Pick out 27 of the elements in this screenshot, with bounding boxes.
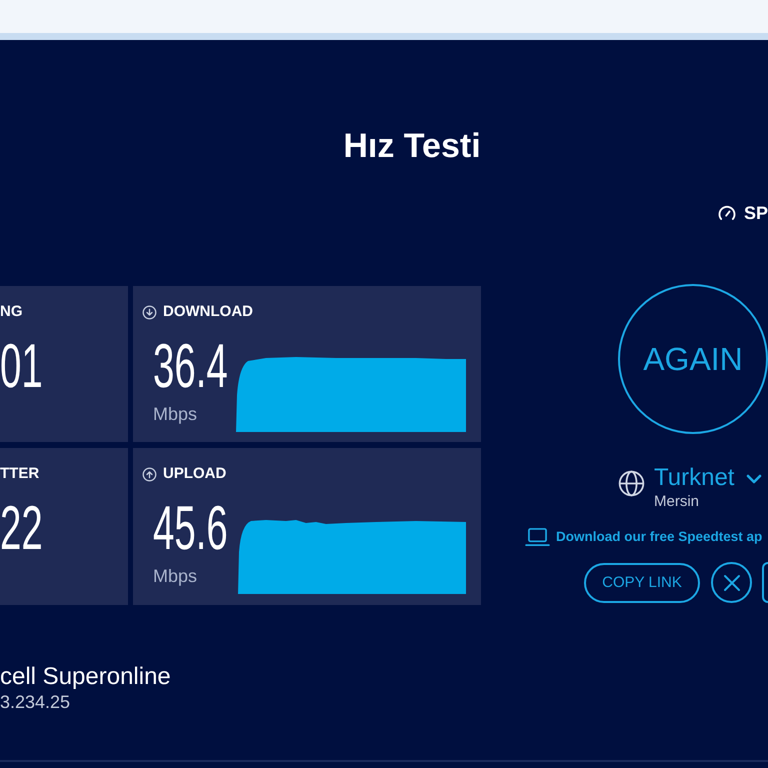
metric-label: UPLOAD bbox=[163, 466, 226, 482]
metric-label: NG bbox=[0, 304, 22, 320]
metric-label: DOWNLOAD bbox=[163, 304, 253, 320]
metric-unit: Mbps bbox=[153, 566, 198, 588]
metric-value: 36.4 bbox=[153, 336, 228, 398]
ip-address: 3.234.25 bbox=[0, 692, 70, 714]
metric-label: TTER bbox=[0, 466, 40, 482]
arrow-down-circle-icon bbox=[142, 304, 157, 320]
server-name[interactable]: Turknet bbox=[654, 464, 734, 494]
logo-text: SP bbox=[744, 202, 768, 224]
again-button[interactable]: AGAIN bbox=[618, 284, 768, 434]
metric-unit: Mbps bbox=[153, 404, 198, 426]
page-title: Hız Testi bbox=[343, 126, 481, 167]
arrow-up-circle-icon bbox=[142, 466, 157, 482]
metric-value: 45.6 bbox=[153, 498, 228, 560]
share-button[interactable] bbox=[762, 562, 768, 604]
metric-value: 01 bbox=[0, 336, 43, 398]
server-location: Mersin bbox=[654, 493, 700, 512]
isp-name: cell Superonline bbox=[0, 663, 171, 692]
laptop-icon bbox=[525, 528, 550, 548]
globe-icon bbox=[618, 470, 645, 498]
metric-value: 22 bbox=[0, 498, 43, 560]
x-letter-icon bbox=[722, 574, 740, 592]
copy-link-button[interactable]: COPY LINK bbox=[584, 562, 700, 603]
chevron-down-icon[interactable] bbox=[746, 474, 762, 484]
share-button[interactable] bbox=[711, 562, 752, 604]
app-download-link[interactable]: Download our free Speedtest ap bbox=[525, 528, 762, 548]
